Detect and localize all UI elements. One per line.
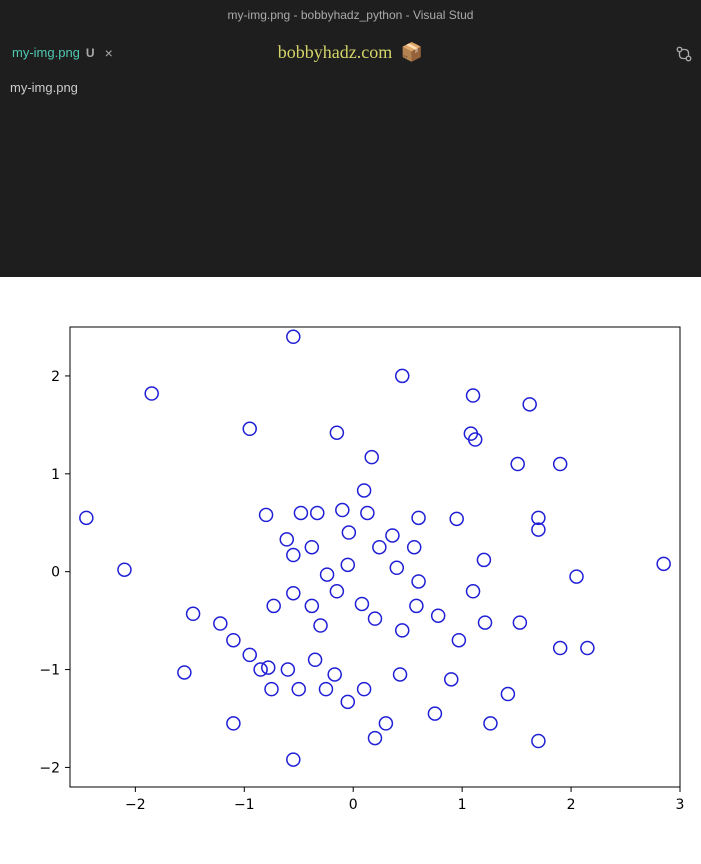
close-icon[interactable]: × bbox=[101, 44, 117, 62]
window-title: my-img.png - bobbyhadz_python - Visual S… bbox=[228, 8, 474, 22]
editor-tab[interactable]: my-img.png U × bbox=[0, 33, 125, 72]
watermark-brand: bobbyhadz.com 📦 bbox=[278, 42, 423, 63]
compare-icon[interactable] bbox=[675, 45, 693, 68]
svg-text:0: 0 bbox=[349, 797, 358, 813]
svg-text:−1: −1 bbox=[234, 797, 255, 813]
svg-text:1: 1 bbox=[51, 467, 60, 483]
svg-text:−2: −2 bbox=[39, 760, 60, 776]
svg-text:3: 3 bbox=[676, 797, 685, 813]
scatter-plot: −2 −1 0 1 2 3 −2 −1 0 1 2 bbox=[20, 307, 690, 847]
svg-text:−2: −2 bbox=[125, 797, 146, 813]
image-viewer-blank-area bbox=[0, 102, 701, 277]
svg-text:−1: −1 bbox=[39, 663, 60, 679]
svg-text:1: 1 bbox=[458, 797, 467, 813]
svg-text:2: 2 bbox=[567, 797, 576, 813]
image-content: −2 −1 0 1 2 3 −2 −1 0 1 2 bbox=[0, 277, 701, 857]
package-icon: 📦 bbox=[401, 42, 423, 62]
git-untracked-indicator: U bbox=[86, 46, 95, 60]
tab-filename: my-img.png bbox=[12, 45, 80, 60]
svg-text:0: 0 bbox=[51, 565, 60, 581]
editor-actions bbox=[675, 45, 693, 68]
vscode-editor-area: my-img.png - bobbyhadz_python - Visual S… bbox=[0, 0, 701, 277]
brand-text: bobbyhadz.com bbox=[278, 42, 392, 62]
title-bar: my-img.png - bobbyhadz_python - Visual S… bbox=[0, 0, 701, 30]
svg-text:2: 2 bbox=[51, 369, 60, 385]
breadcrumb-item: my-img.png bbox=[10, 80, 78, 95]
breadcrumb[interactable]: my-img.png bbox=[0, 72, 701, 102]
